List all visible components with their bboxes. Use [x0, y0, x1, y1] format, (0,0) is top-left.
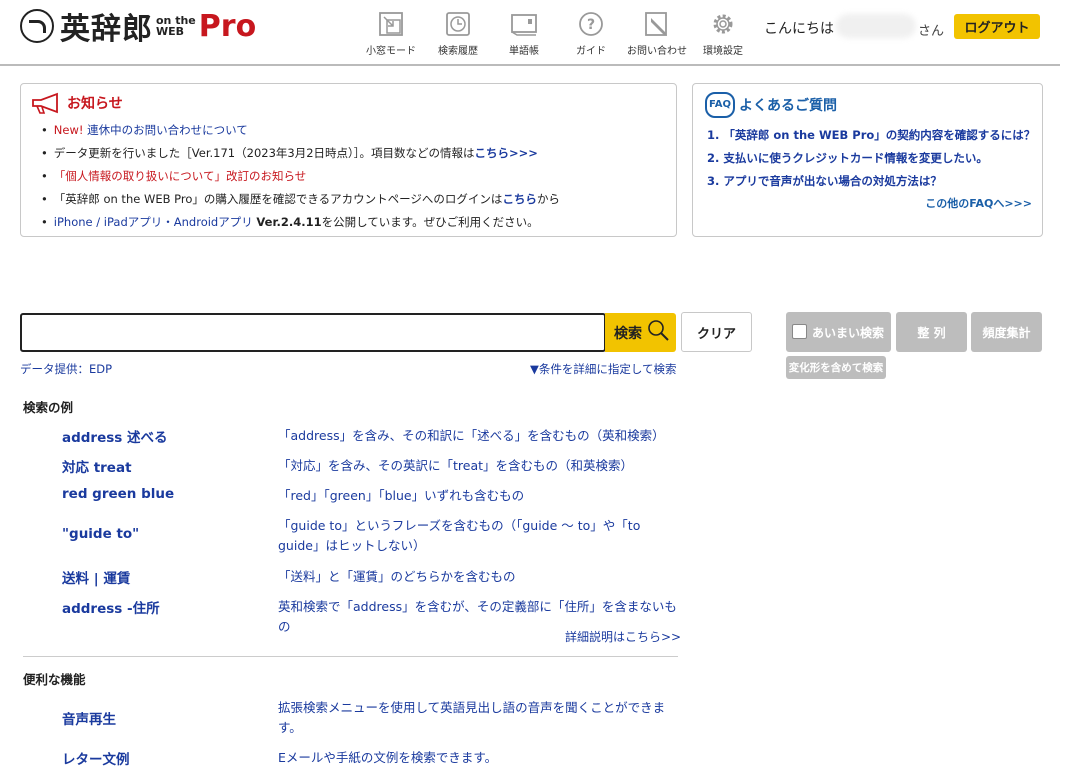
nav-guide[interactable]: ? ガイド — [558, 10, 624, 57]
example-desc: 「送料」と「運賃」のどちらかを含むもの — [278, 569, 516, 584]
notice-link[interactable]: こちら>>> — [475, 146, 538, 160]
logo-sub-bottom: WEB — [156, 25, 185, 38]
faq-title: よくあるご質問 — [739, 98, 837, 114]
pen-icon — [645, 12, 667, 36]
nav-label: ガイド — [576, 46, 606, 57]
nav-settings[interactable]: 環境設定 — [690, 10, 756, 57]
search-input[interactable] — [20, 313, 606, 352]
feature-desc: Eメールや手紙の文例を検索できます。 — [278, 750, 498, 765]
notice-suffix: を公開しています。ぜひご利用ください。 — [321, 215, 539, 229]
example-term[interactable]: 対応 treat — [62, 456, 132, 476]
question-icon: ? — [579, 12, 603, 36]
small-window-icon — [379, 12, 403, 36]
example-term[interactable]: 送料 | 運賃 — [62, 567, 130, 587]
nav-label: 小窓モード — [366, 46, 416, 57]
include-inflections-button[interactable]: 変化形を含めて検索 — [786, 356, 886, 379]
greeting-suffix: さん — [918, 24, 945, 39]
notice-item: データ更新を行いました［Ver.171（2023年3月2日時点）］。項目数などの… — [41, 144, 560, 167]
nav-label: 検索履歴 — [438, 46, 478, 57]
feature-term[interactable]: レター文例 — [62, 748, 130, 768]
example-desc: 「guide to」というフレーズを含むもの（「guide ～ to」や「to … — [278, 518, 641, 553]
data-source: データ提供：EDP — [20, 362, 113, 376]
notice-panel: お知らせ New! 連休中のお問い合わせについて データ更新を行いました［Ver… — [20, 83, 677, 237]
notice-item[interactable]: New! 連休中のお問い合わせについて — [41, 121, 560, 144]
faq-item[interactable]: 1. 「英辞郎 on the WEB Pro」の契約内容を確認するには？ — [707, 126, 1035, 149]
example-term[interactable]: "guide to" — [62, 526, 139, 542]
example-term[interactable]: address -住所 — [62, 597, 160, 617]
notice-link[interactable]: 連休中のお問い合わせについて — [87, 123, 248, 137]
nav-small-window[interactable]: 小窓モード — [358, 10, 424, 57]
site-header: 英辞郎 on the WEB Pro 小窓モード 検索履歴 単語帳 ? ガイド … — [0, 0, 1060, 66]
frequency-count-button[interactable]: 頻度集計 — [971, 312, 1042, 352]
faq-item[interactable]: 3. アプリで音声が出ない場合の対処方法は？ — [707, 172, 1035, 195]
new-badge: New! — [53, 123, 84, 137]
nav-label: 単語帳 — [509, 46, 539, 57]
example-desc: 「red」「green」「blue」いずれも含むもの — [278, 488, 525, 503]
feature-term[interactable]: 音声再生 — [62, 708, 116, 728]
nav-history[interactable]: 検索履歴 — [425, 10, 491, 57]
notice-title: お知らせ — [67, 96, 123, 112]
faq-item[interactable]: 2. 支払いに使うクレジットカード情報を変更したい。 — [707, 149, 1035, 172]
notice-item[interactable]: 「個人情報の取り扱いについて」改訂のお知らせ — [41, 167, 560, 190]
search-icon — [648, 320, 669, 341]
example-desc: 「address」を含み、その和訳に「述べる」を含むもの（英和検索） — [278, 428, 665, 443]
logo-pro: Pro — [198, 8, 257, 44]
feature-desc: 拡張検索メニューを使用して英語見出し語の音声を聞くことができます。 — [278, 700, 666, 735]
sort-button[interactable]: 整 列 — [896, 312, 967, 352]
fuzzy-search-checkbox[interactable] — [792, 324, 807, 339]
greeting: こんにちは — [764, 21, 834, 37]
faq-panel: FAQ よくあるご質問 1. 「英辞郎 on the WEB Pro」の契約内容… — [692, 83, 1043, 237]
notice-text: 「英辞郎 on the WEB Pro」の購入履歴を確認できるアカウントページへ… — [53, 192, 503, 206]
nav-wordbook[interactable]: 単語帳 — [491, 10, 557, 57]
notice-item: 「英辞郎 on the WEB Pro」の購入履歴を確認できるアカウントページへ… — [41, 190, 560, 213]
wordbook-icon — [511, 14, 537, 36]
example-term[interactable]: address 述べる — [62, 426, 168, 446]
megaphone-icon — [32, 92, 58, 114]
gear-icon — [713, 14, 733, 34]
clear-button[interactable]: クリア — [681, 312, 752, 352]
notice-text: データ更新を行いました［Ver.171（2023年3月2日時点）］。項目数などの… — [53, 146, 475, 160]
features-title: 便利な機能 — [23, 672, 86, 687]
svg-text:?: ? — [587, 17, 595, 33]
examples-title: 検索の例 — [23, 400, 74, 415]
logo-mark-icon — [20, 9, 54, 43]
clock-icon — [446, 12, 470, 36]
faq-more-link[interactable]: この他のFAQへ>>> — [925, 195, 1032, 211]
divider — [23, 656, 678, 657]
example-desc: 「対応」を含み、その英訳に「treat」を含むもの（和英検索） — [278, 458, 634, 473]
advanced-search-link[interactable]: ▼条件を詳細に指定して検索 — [530, 361, 677, 377]
nav-label: 環境設定 — [703, 46, 743, 57]
faq-icon: FAQ — [705, 92, 735, 118]
logo-text: 英辞郎 — [60, 12, 153, 47]
logout-button[interactable]: ログアウト — [954, 14, 1040, 39]
example-term[interactable]: red green blue — [62, 486, 174, 502]
notice-version: Ver.2.4.11 — [256, 215, 322, 229]
notice-suffix: から — [536, 192, 560, 206]
notice-link[interactable]: iPhone / iPadアプリ・Androidアプリ — [54, 215, 257, 229]
notice-link[interactable]: 「個人情報の取り扱いについて」改訂のお知らせ — [54, 169, 306, 183]
notice-list: New! 連休中のお問い合わせについて データ更新を行いました［Ver.171（… — [41, 121, 560, 236]
nav-label: お問い合わせ — [627, 46, 687, 57]
faq-list: 1. 「英辞郎 on the WEB Pro」の契約内容を確認するには？ 2. … — [707, 126, 1035, 195]
user-name-redacted — [836, 14, 916, 38]
site-logo[interactable]: 英辞郎 on the WEB Pro — [20, 6, 257, 47]
notice-item: iPhone / iPadアプリ・Androidアプリ Ver.2.4.11を公… — [41, 213, 560, 236]
notice-link[interactable]: こちら — [502, 192, 537, 206]
nav-contact[interactable]: お問い合わせ — [624, 10, 690, 57]
logo-sub: on the WEB — [156, 15, 196, 37]
detail-link[interactable]: 詳細説明はこちら>> — [565, 628, 681, 645]
